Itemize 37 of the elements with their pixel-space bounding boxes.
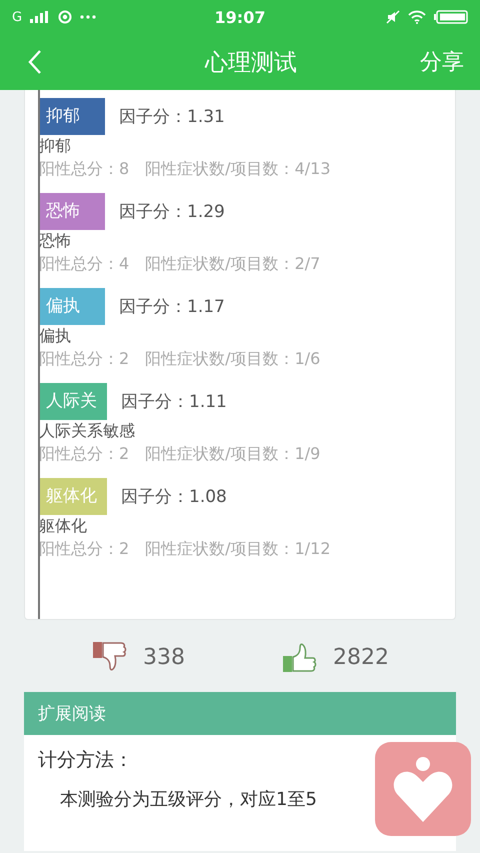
factor-detail: 阳性总分：2 阳性症状数/项目数：1/6	[39, 348, 320, 370]
factor-name: 抑郁	[39, 135, 71, 157]
factor-bar: 躯体化	[39, 478, 107, 515]
factor-detail: 阳性总分：8 阳性症状数/项目数：4/13	[39, 158, 330, 180]
factor-name: 偏执	[39, 325, 71, 347]
factor-score: 因子分：1.08	[121, 486, 227, 508]
factor-detail: 阳性总分：2 阳性症状数/项目数：1/9	[39, 443, 320, 465]
clock: 19:07	[214, 8, 266, 26]
factor-name: 躯体化	[39, 515, 87, 537]
carrier-label: G	[12, 10, 22, 24]
page-title: 心理测试	[204, 48, 297, 78]
app-float-button[interactable]	[375, 742, 471, 836]
factor-detail: 阳性总分：2 阳性症状数/项目数：1/12	[39, 538, 330, 560]
section-header: 扩展阅读	[24, 692, 456, 735]
location-icon	[58, 10, 72, 24]
factor-name: 人际关系敏感	[39, 420, 135, 442]
factor-detail: 阳性总分：4 阳性症状数/项目数：2/7	[39, 253, 320, 275]
factor-score: 因子分：1.11	[121, 391, 227, 413]
section-heading: 计分方法：	[38, 748, 134, 773]
wifi-icon	[408, 10, 426, 24]
battery-icon	[434, 10, 468, 24]
factor-score: 因子分：1.31	[119, 106, 225, 128]
paragraph: 本测验分为五级评分，对应1至5	[59, 788, 318, 811]
back-button[interactable]	[28, 49, 42, 75]
factor-score: 因子分：1.17	[119, 296, 225, 318]
factor-bar: 人际关	[39, 383, 107, 420]
factor-score: 因子分：1.29	[119, 201, 225, 223]
factor-bar: 偏执	[39, 288, 105, 325]
dislike-count: 338	[143, 644, 185, 670]
factor-bar: 恐怖	[39, 193, 105, 230]
factor-bar: 抑郁	[39, 98, 105, 135]
more-icon	[80, 15, 96, 19]
mute-icon	[386, 10, 400, 24]
factor-name: 恐怖	[39, 230, 71, 252]
signal-icon	[30, 11, 50, 23]
like-count: 2822	[333, 644, 389, 670]
share-button[interactable]: 分享	[420, 47, 464, 77]
